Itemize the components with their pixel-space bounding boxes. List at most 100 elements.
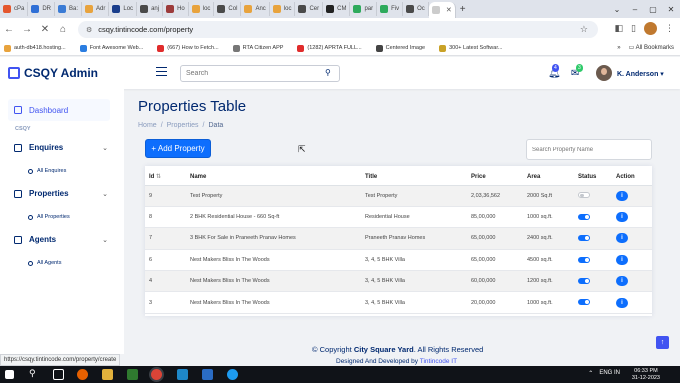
chevron-down-icon[interactable]: ⌄	[608, 5, 626, 14]
info-action-button[interactable]: i	[616, 297, 628, 308]
bookmark-item[interactable]: Centered Image	[375, 44, 425, 52]
new-tab-button[interactable]: +	[460, 4, 466, 15]
site-info-icon[interactable]: ⚙	[86, 26, 92, 34]
all-bookmarks-folder[interactable]: ▭ All Bookmarks	[629, 44, 674, 51]
app-logo[interactable]: CSQY Admin	[8, 66, 98, 80]
tab-title: par	[364, 6, 374, 12]
task-view-icon[interactable]	[53, 369, 64, 380]
close-window-button[interactable]: ✕	[662, 5, 680, 14]
chevron-right-icon[interactable]: »	[617, 45, 620, 51]
app-icon[interactable]	[177, 369, 188, 380]
browser-tab[interactable]: Ba:	[55, 2, 83, 16]
tab-favicon	[326, 5, 335, 13]
add-property-button[interactable]: + Add Property	[145, 139, 211, 158]
app-icon[interactable]	[227, 369, 238, 380]
info-action-button[interactable]: i	[616, 254, 628, 265]
app-icon[interactable]	[127, 369, 138, 380]
sidebar-subitem-all-properties[interactable]: All Properties	[28, 214, 70, 220]
sidebar-item-dashboard[interactable]: Dashboard	[8, 99, 110, 121]
browser-tab[interactable]: cPa	[0, 2, 29, 16]
bookmark-favicon	[439, 44, 447, 52]
bookmark-item[interactable]: 300+ Latest Softwar...	[439, 44, 502, 52]
bookmark-favicon	[232, 44, 240, 52]
extensions-icon[interactable]: ◧	[615, 23, 624, 34]
app-icon[interactable]	[202, 369, 213, 380]
stop-button[interactable]: ✕	[36, 24, 54, 35]
url-field[interactable]: ⚙ csqy.tintincode.com/property ☆	[78, 21, 598, 38]
bookmark-item[interactable]: Font Awesome Web...	[79, 44, 143, 52]
menu-icon[interactable]: ⋮	[665, 23, 674, 34]
breadcrumb-properties[interactable]: Properties	[167, 122, 199, 129]
search-icon[interactable]: ⚲	[325, 68, 331, 77]
sidebar-item-enquires[interactable]: Enquires ⌄	[14, 143, 108, 152]
browser-tab[interactable]: anj	[137, 2, 164, 16]
browser-tab[interactable]: Loc	[109, 2, 138, 16]
column-header-status: Status	[574, 169, 612, 186]
search-input[interactable]	[180, 65, 340, 82]
browser-tab[interactable]: Col	[214, 2, 242, 16]
sidebar-item-properties[interactable]: Properties ⌄	[14, 189, 108, 198]
maximize-button[interactable]: ▢	[644, 5, 662, 14]
browser-tab[interactable]: DR	[28, 2, 56, 16]
back-to-top-button[interactable]: ↑	[656, 336, 669, 349]
status-toggle[interactable]	[578, 278, 590, 285]
sidebar-subitem-all-agents[interactable]: All Agents	[28, 260, 61, 266]
status-toggle[interactable]	[578, 235, 590, 242]
status-toggle[interactable]	[578, 299, 590, 306]
sidebar-toggle-icon[interactable]	[156, 67, 167, 76]
bookmark-item[interactable]: auth-db418.hosting...	[4, 44, 66, 52]
column-header-id[interactable]: Id ⇅	[145, 169, 186, 186]
browser-tab[interactable]: loc	[189, 2, 215, 16]
info-action-button[interactable]: i	[616, 233, 628, 244]
minimize-button[interactable]: –	[626, 5, 644, 14]
browser-tab[interactable]: CM	[323, 2, 351, 16]
profile-avatar[interactable]	[644, 22, 657, 35]
developer-link[interactable]: Tintincode IT	[420, 358, 457, 365]
cell-action: i	[612, 291, 652, 314]
browser-tab[interactable]: Cer	[295, 2, 324, 16]
firefox-icon[interactable]	[77, 369, 88, 380]
chevron-up-icon[interactable]: ⌃	[588, 370, 593, 377]
status-toggle[interactable]	[578, 256, 590, 263]
browser-tab[interactable]: Anc	[241, 2, 270, 16]
windows-start-icon[interactable]	[5, 370, 14, 379]
home-button[interactable]: ⌂	[54, 24, 72, 35]
sidebar-item-agents[interactable]: Agents ⌄	[14, 235, 108, 244]
info-action-button[interactable]: i	[616, 212, 628, 223]
browser-tab[interactable]: Oc	[403, 2, 429, 16]
bookmark-item[interactable]: RTA Citizen APP	[232, 44, 283, 52]
file-explorer-icon[interactable]	[102, 369, 113, 380]
taskbar-clock[interactable]: 06:33 PM 31-12-2023	[632, 368, 660, 382]
info-action-button[interactable]: i	[616, 276, 628, 287]
sidebar-subitem-all-enquires[interactable]: All Enquires	[28, 168, 66, 174]
footer-copyright: © Copyright City Square Yard. All Rights…	[312, 345, 483, 354]
table-row: 9 Test Property Test Property 2,03,36,562 20…	[145, 185, 652, 207]
avatar[interactable]	[596, 65, 612, 81]
user-menu[interactable]: K. Anderson ▾	[617, 70, 664, 78]
status-toggle[interactable]	[578, 192, 590, 199]
chrome-icon[interactable]	[151, 369, 162, 380]
browser-tab[interactable]: Fiv	[377, 2, 404, 16]
property-search-input[interactable]	[526, 139, 652, 160]
browser-tab[interactable]: loc	[270, 2, 296, 16]
language-indicator[interactable]: ENG IN	[599, 370, 620, 377]
back-button[interactable]: ←	[0, 24, 18, 35]
status-toggle[interactable]	[578, 213, 590, 220]
close-icon[interactable]: ✕	[446, 6, 452, 14]
sort-icon[interactable]: ⇅	[156, 174, 161, 180]
tab-active[interactable]: ✕	[428, 2, 456, 18]
cell-title: 3, 4, 5 BHK Villa	[361, 249, 467, 272]
bookmark-item[interactable]: (667) How to Fetch...	[157, 44, 219, 52]
forward-button[interactable]: →	[18, 24, 36, 35]
side-panel-icon[interactable]: ▯	[631, 23, 636, 34]
search-icon[interactable]: ⚲	[29, 368, 40, 379]
bookmark-item[interactable]: (1282) APRTA FULL...	[297, 44, 362, 52]
chevron-down-icon: ⌄	[102, 190, 108, 198]
info-action-button[interactable]: i	[616, 190, 628, 201]
bookmark-list: auth-db418.hosting... Font Awesome Web...…	[4, 44, 516, 52]
browser-tab[interactable]: Adr	[82, 2, 110, 16]
browser-tab[interactable]: Ho	[163, 2, 189, 16]
browser-tab[interactable]: par	[350, 2, 378, 16]
breadcrumb-home[interactable]: Home	[138, 122, 157, 129]
bookmark-star-icon[interactable]: ☆	[580, 24, 588, 35]
